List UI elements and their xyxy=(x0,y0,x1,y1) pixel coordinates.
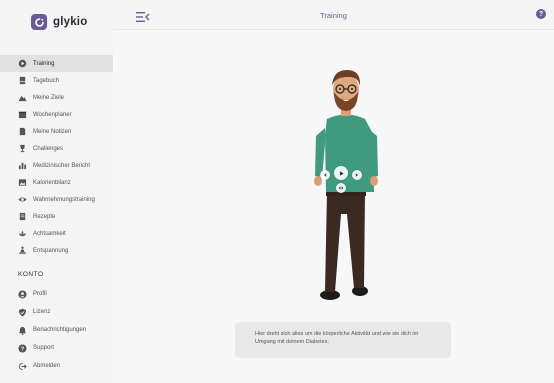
sidebar-item-label: Kalorienbilanz xyxy=(33,179,71,186)
mountain-icon xyxy=(18,93,27,102)
svg-text:?: ? xyxy=(21,346,24,352)
sidebar-item-label: Profil xyxy=(33,291,47,297)
eye-icon xyxy=(18,195,27,204)
app: glykio Training Tagebuch Meine Ziele Wochen… xyxy=(0,0,554,383)
sidebar-item-ziele[interactable]: Meine Ziele xyxy=(0,89,113,106)
sidebar-item-label: Challenges xyxy=(33,145,64,152)
brand-name: glykio xyxy=(53,16,88,28)
training-icon xyxy=(18,59,27,68)
logo[interactable]: glykio xyxy=(31,14,87,30)
note-icon xyxy=(18,127,27,136)
help-icon[interactable]: ? xyxy=(536,9,546,19)
bar-chart-icon xyxy=(18,161,27,170)
page-title: Training xyxy=(320,11,347,20)
top-bar: Training ? xyxy=(113,0,554,30)
next-button[interactable] xyxy=(352,170,362,180)
sidebar-item-label: Entspannung xyxy=(33,247,69,254)
recipe-icon xyxy=(18,212,27,221)
user-icon xyxy=(18,289,27,299)
sidebar-item-wahrnehmung[interactable]: Wahrnehmungstraining xyxy=(0,191,113,208)
meditation-icon xyxy=(18,246,27,255)
image-icon xyxy=(18,178,27,187)
sidebar-item-label: Wahrnehmungstraining xyxy=(33,196,95,203)
sidebar-item-rezepte[interactable]: Rezepte xyxy=(0,208,113,225)
sidebar-item-training[interactable]: Training xyxy=(0,55,113,72)
sidebar-nav: Training Tagebuch Meine Ziele Wochenplaner M… xyxy=(0,55,113,259)
diary-icon xyxy=(18,76,27,85)
speed-button[interactable] xyxy=(336,183,346,193)
sidebar: glykio Training Tagebuch Meine Ziele Wochen… xyxy=(0,0,113,383)
sidebar-item-label: Wochenplaner xyxy=(33,111,72,118)
animation-controls xyxy=(318,164,378,194)
sidebar-item-label: Support xyxy=(33,345,55,351)
logout-icon xyxy=(18,362,27,371)
sidebar-item-label: Meine Notizen xyxy=(33,128,72,135)
sidebar-item-label: Rezepte xyxy=(33,213,56,220)
sidebar-item-lizenz[interactable]: Lizenz xyxy=(0,303,113,321)
account-nav: Profil Lizenz Benachrichtigungen? Support Ab… xyxy=(0,285,113,375)
sidebar-item-label: Achtsamkeit xyxy=(33,230,66,237)
lotus-icon xyxy=(18,229,27,238)
sidebar-item-label: Medizinischer Bericht xyxy=(33,162,91,169)
sidebar-item-challenges[interactable]: Challenges xyxy=(0,140,113,157)
sidebar-item-wochenplaner[interactable]: Wochenplaner xyxy=(0,106,113,123)
sidebar-item-achtsamkeit[interactable]: Achtsamkeit xyxy=(0,225,113,242)
sidebar-item-label: Abmelden xyxy=(33,363,61,369)
play-button[interactable] xyxy=(334,166,348,180)
previous-button[interactable] xyxy=(320,170,330,180)
sidebar-item-label: Meine Ziele xyxy=(33,94,65,101)
sidebar-item-profil[interactable]: Profil xyxy=(0,285,113,303)
sidebar-item-tagebuch[interactable]: Tagebuch xyxy=(0,72,113,89)
info-box: Hier dreht sich alles um die körperliche… xyxy=(235,322,451,358)
help-icon: ? xyxy=(18,343,27,353)
sidebar-item-label: Tagebuch xyxy=(33,77,60,84)
logo-icon xyxy=(31,14,47,30)
sidebar-item-kalorien[interactable]: Kalorienbilanz xyxy=(0,174,113,191)
main-content: Hier dreht sich alles um die körperliche… xyxy=(113,30,554,383)
info-text: Hier dreht sich alles um die körperliche… xyxy=(255,331,419,346)
calendar-icon xyxy=(18,110,27,119)
sidebar-item-entspannung[interactable]: Entspannung xyxy=(0,242,113,259)
sidebar-item-benachrichtigungen[interactable]: Benachrichtigungen xyxy=(0,321,113,339)
sidebar-item-bericht[interactable]: Medizinischer Bericht xyxy=(0,157,113,174)
sidebar-item-support[interactable]: ? Support xyxy=(0,339,113,357)
sidebar-item-label: Benachrichtigungen xyxy=(33,327,87,333)
shield-check-icon xyxy=(18,308,27,317)
sidebar-item-notizen[interactable]: Meine Notizen xyxy=(0,123,113,140)
trophy-icon xyxy=(18,144,27,153)
account-section-title: KONTO xyxy=(18,271,44,278)
sidebar-item-label: Training xyxy=(33,60,55,67)
sidebar-item-label: Lizenz xyxy=(33,309,51,315)
bell-icon xyxy=(18,326,27,335)
sidebar-item-abmelden[interactable]: Abmelden xyxy=(0,357,113,375)
